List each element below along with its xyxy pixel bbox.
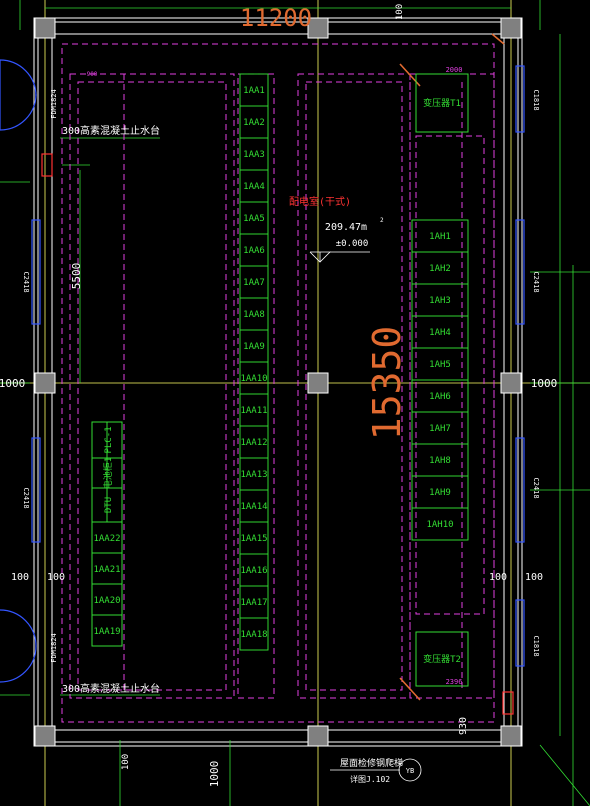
cabinet-label: 1AA18 [240,630,267,640]
window-right-3: C2418 [532,477,540,498]
dim-1000-bottom: 1000 [208,761,221,788]
dim-100-bottom: 100 [121,754,131,770]
cabinet-label: 1AA9 [243,342,265,352]
room-area: 209.47m [325,222,367,233]
dim-1000-right: 1000 [531,377,558,390]
cabinet-label: 1AH7 [429,424,451,434]
room-elevation: ±0.000 [336,239,369,249]
cabinet-label: 1AA4 [243,182,265,192]
cabinet-label: 1AA1 [243,86,265,96]
dim-100-left-a: 100 [11,572,29,583]
transformer-t1-label: 变压器T1 [423,97,461,109]
dim-900: 900 [87,71,98,78]
ladder-bubble: YB [406,767,414,775]
cabinet-label: 1AA13 [240,470,267,480]
cabinet-label: 1AH1 [429,232,451,242]
cabinet-label: 1AA15 [240,534,267,544]
window-left-2: C2418 [22,487,30,508]
cabinet-label: 1AH9 [429,488,451,498]
dim-2000: 2000 [446,66,463,74]
aa19-label: 1AA19 [93,627,120,637]
dim-right-height: 15350 [365,326,409,440]
cabinet-label: 1AH5 [429,360,451,370]
platform-note-top: 300高素混凝土止水台 [62,124,160,137]
dim-100-right-b: 100 [525,572,543,583]
room-area-sup: 2 [380,217,384,224]
door-label-bottom: FDM1824 [50,633,58,663]
relay-label: 电池柜1 [102,457,114,489]
window-left-1: C2418 [22,271,30,292]
dim-1000-left: 1000 [0,377,25,390]
platform-note-bottom: 300高素混凝土止水台 [62,682,160,695]
cabinet-label: 1AA8 [243,310,265,320]
cabinet-label: 1AH10 [426,520,453,530]
cabinet-label: 1AH2 [429,264,451,274]
dim-100-top: 100 [395,4,405,20]
cabinet-label: 1AA17 [240,598,267,608]
dim-100-left-b: 100 [47,572,65,583]
dtu-label: DTU [104,497,114,513]
cabinet-label: 1AH4 [429,328,451,338]
door-label-top: FDM1824 [50,89,58,119]
electrical-room-floor-plan: 1AA1 1AA2 1AA3 1AA4 1AA5 1AA6 1AA7 1AA8 1AA9 1AA1… [0,0,590,806]
aa22-label: 1AA22 [93,534,120,544]
aa20-label: 1AA20 [93,596,120,606]
dim-5500: 5500 [70,263,83,290]
aa21-label: 1AA21 [93,565,120,575]
window-right-4: C1818 [532,635,540,656]
window-right-1: C1818 [532,89,540,110]
cabinet-label: 1AH3 [429,296,451,306]
dim-930: 930 [458,717,469,735]
cabinet-label: 1AA10 [240,374,267,384]
cabinet-label: 1AA11 [240,406,267,416]
cabinet-label: 1AH8 [429,456,451,466]
room-name: 配电室(干式) [289,195,351,208]
cabinet-label: 1AA12 [240,438,267,448]
cabinet-label: 1AA2 [243,118,265,128]
plc-label: PLC-1 [104,426,114,453]
dim-100-right-a: 100 [489,572,507,583]
cabinet-label: 1AH6 [429,392,451,402]
cabinet-label: 1AA14 [240,502,267,512]
window-right-2: C2418 [532,271,540,292]
cabinet-label: 1AA3 [243,150,265,160]
dim-2396: 2396 [446,678,463,686]
cabinet-label: 1AA5 [243,214,265,224]
dim-top-width: 11200 [240,4,312,32]
ladder-ref: 详图J.102 [350,774,390,784]
cabinet-label: 1AA16 [240,566,267,576]
cabinet-label: 1AA6 [243,246,265,256]
transformer-t2-label: 变压器T2 [423,653,461,665]
ladder-note: 屋面检修钢爬梯 [340,757,403,769]
cabinet-label: 1AA7 [243,278,265,288]
